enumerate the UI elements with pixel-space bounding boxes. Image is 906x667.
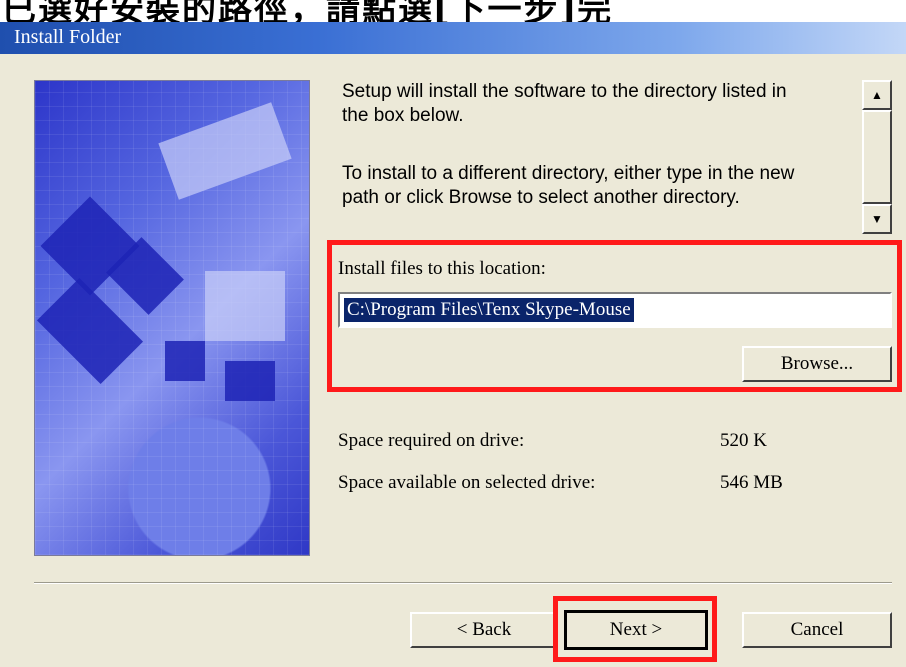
location-label: Install files to this location: — [338, 258, 546, 279]
description-line-4: path or click Browse to select another d… — [342, 187, 740, 208]
back-button[interactable]: < Back — [410, 612, 558, 648]
description-scrollbar[interactable]: ▲ ▼ — [862, 80, 892, 234]
cancel-button[interactable]: Cancel — [742, 612, 892, 648]
footer-separator — [34, 582, 892, 584]
caption-text: 已選好安裝的路徑，請點選[下一步]完 — [2, 0, 614, 22]
window-title: Install Folder — [14, 26, 122, 48]
space-required-label: Space required on drive: — [338, 430, 525, 451]
next-button[interactable]: Next > — [564, 610, 708, 650]
description-line-2: the box below. — [342, 105, 464, 126]
install-path-input[interactable]: C:\Program Files\Tenx Skype-Mouse — [338, 292, 892, 328]
description-line-3: To install to a different directory, eit… — [342, 163, 795, 184]
space-required-value: 520 K — [720, 430, 767, 451]
install-path-value: C:\Program Files\Tenx Skype-Mouse — [344, 298, 634, 322]
title-bar: Install Folder — [0, 22, 906, 54]
setup-banner-image — [34, 80, 310, 556]
scroll-down-icon[interactable]: ▼ — [862, 204, 892, 234]
description-line-1: Setup will install the software to the d… — [342, 81, 787, 102]
browse-button[interactable]: Browse... — [742, 346, 892, 382]
space-available-value: 546 MB — [720, 472, 783, 493]
page-caption: 已選好安裝的路徑，請點選[下一步]完 — [0, 0, 906, 22]
scroll-thumb[interactable] — [862, 110, 892, 204]
space-available-label: Space available on selected drive: — [338, 472, 596, 493]
scroll-up-icon[interactable]: ▲ — [862, 80, 892, 110]
